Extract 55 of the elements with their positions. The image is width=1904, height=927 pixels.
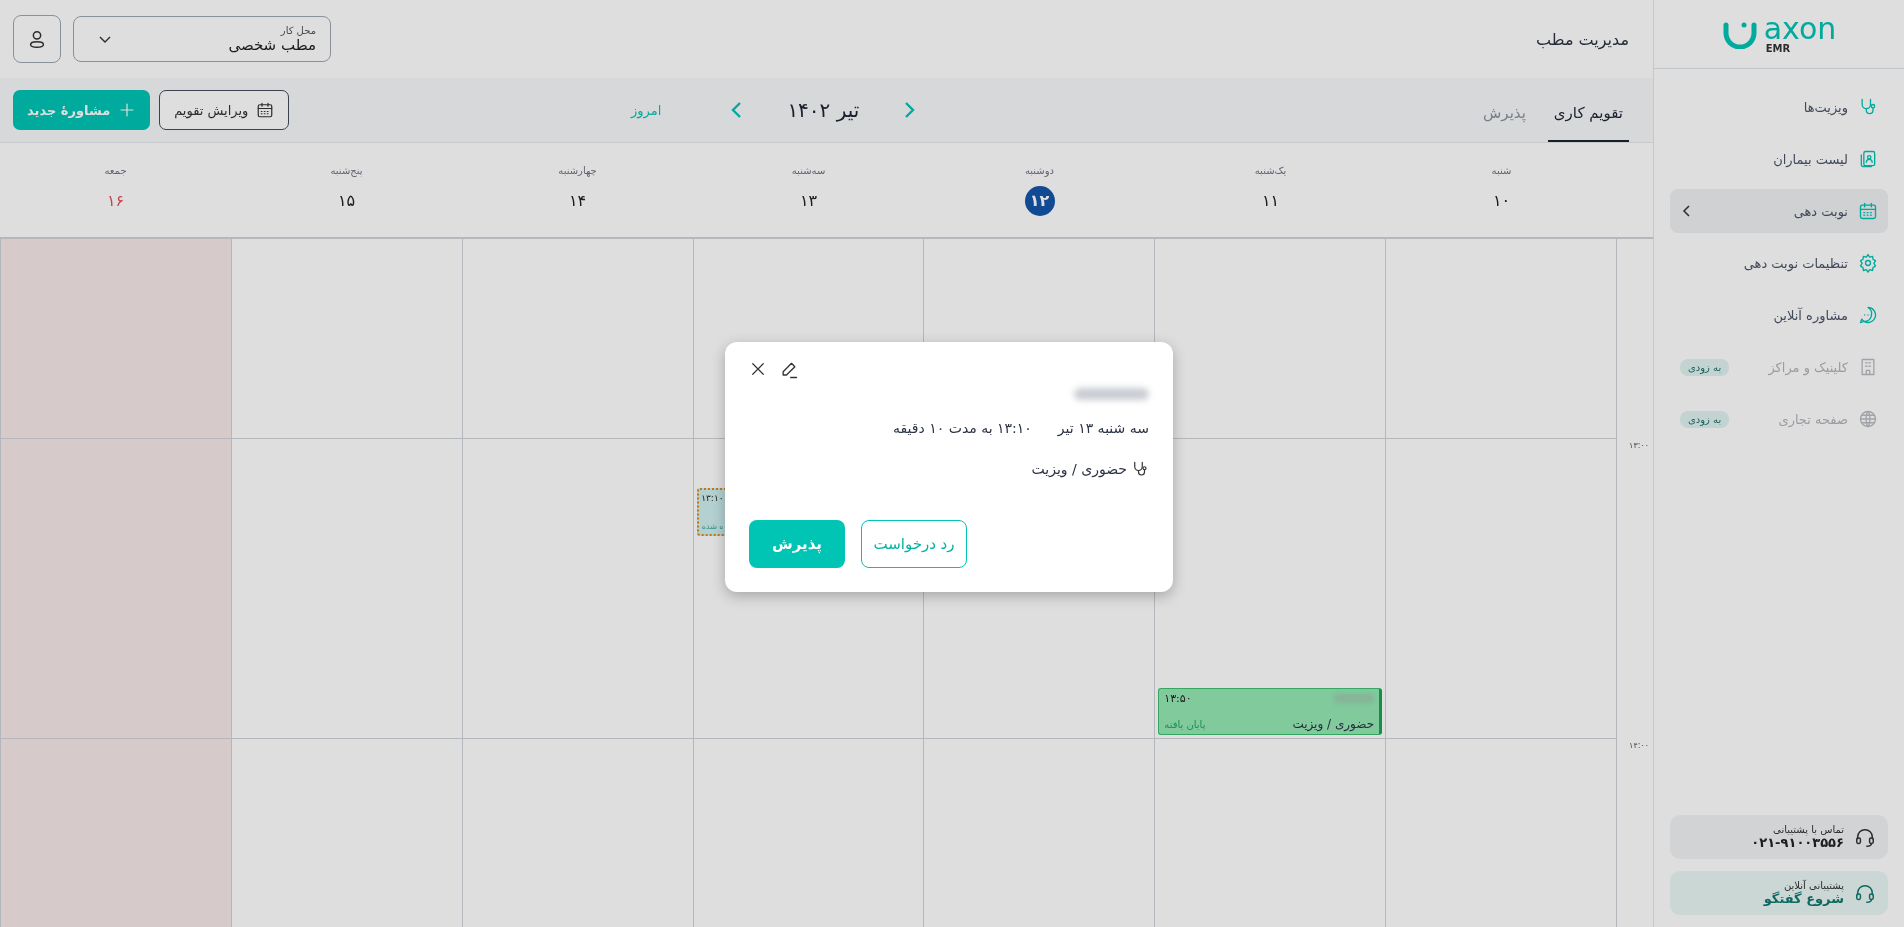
logo-subtitle: EMR	[1765, 42, 1792, 54]
time-label: ۱۴:۰۰	[1629, 741, 1649, 750]
weekday-label: جمعه	[104, 164, 127, 176]
logo-text: axon	[1763, 14, 1837, 43]
support-phone-card[interactable]: تماس با پشتیبانی ۰۲۱-۹۱۰۰۳۵۵۶	[1670, 815, 1888, 859]
appointment-time: ۱۳:۵۰	[1164, 692, 1192, 705]
day-number[interactable]: ۱۵	[331, 185, 362, 216]
appointment-status: پایان یافته	[1164, 718, 1206, 730]
day-number[interactable]: ۱۲	[1024, 185, 1055, 216]
patient-file-icon	[1858, 149, 1878, 169]
sidebar-item[interactable]: تنظیمات نوبت دهی	[1670, 241, 1888, 285]
sidebar-item[interactable]: مشاوره آنلاین	[1670, 293, 1888, 337]
workplace-dropdown[interactable]: محل کار مطب شخصی	[73, 16, 331, 62]
time-label: ۱۳:۰۰	[1629, 441, 1649, 450]
appointment-time: ۱۳:۱۰ به مدت ۱۰ دقیقه	[893, 420, 1032, 436]
appointment-status: ه شده	[701, 522, 724, 531]
weekday-label: یک‌شنبه	[1254, 164, 1287, 176]
calendar-icon	[256, 101, 275, 119]
start-chat-text: شروع گفتگو	[1763, 891, 1844, 906]
appointment-time: ۱۳:۱۰	[701, 493, 724, 503]
gear-icon	[1858, 253, 1878, 273]
month-label: تیر ۱۴۰۲	[787, 98, 860, 122]
soon-badge: به زودی	[1680, 358, 1730, 376]
page-title: مدیریت مطب	[1535, 29, 1629, 49]
day-number[interactable]: ۱۶	[100, 185, 131, 216]
globe-icon	[1858, 409, 1878, 429]
close-icon	[749, 360, 767, 378]
headset-icon	[1854, 826, 1876, 848]
calendar-icon	[1858, 201, 1878, 221]
weekday-label: چهارشنبه	[558, 164, 597, 176]
sidebar-item[interactable]: نوبت دهی	[1670, 189, 1888, 233]
appointment-card[interactable]: ۱۳:۵۰ حضوری / ویزیت پایان یافته	[1158, 688, 1383, 735]
day-number[interactable]: ۱۳	[793, 185, 824, 216]
sidebar-item[interactable]: ویزیت‌ها	[1670, 85, 1888, 129]
appointment-type: حضوری / ویزیت	[1031, 461, 1127, 477]
day-number[interactable]: ۱۴	[562, 185, 593, 216]
user-button[interactable]	[13, 15, 61, 63]
appointment-date: سه شنبه ۱۳ تیر	[1057, 420, 1149, 436]
day-number[interactable]: ۱۱	[1255, 185, 1286, 216]
tab[interactable]: تقویم کاری	[1547, 78, 1629, 142]
headset-icon	[1854, 882, 1876, 904]
day-number[interactable]: ۱۰	[1486, 185, 1517, 216]
stethoscope-icon	[1131, 460, 1149, 478]
edit-calendar-button[interactable]: ویرایش تقویم	[159, 90, 290, 130]
soon-badge: به زودی	[1680, 410, 1730, 428]
support-label: پشتیبانی آنلاین	[1783, 880, 1844, 891]
phone-number: ۰۲۱-۹۱۰۰۳۵۵۶	[1751, 835, 1844, 850]
weekday-label: شنبه	[1491, 164, 1512, 176]
weekday-label: دوشنبه	[1024, 164, 1055, 176]
support-label: تماس با پشتیبانی	[1772, 824, 1844, 835]
weekday-label: پنج‌شنبه	[330, 164, 363, 176]
online-support-card[interactable]: پشتیبانی آنلاین شروع گفتگو	[1670, 871, 1888, 915]
appointment-type: حضوری / ویزیت	[1292, 717, 1375, 731]
weekday-label: سه‌شنبه	[791, 164, 826, 176]
sidebar-item[interactable]: لیست بیماران	[1670, 137, 1888, 181]
